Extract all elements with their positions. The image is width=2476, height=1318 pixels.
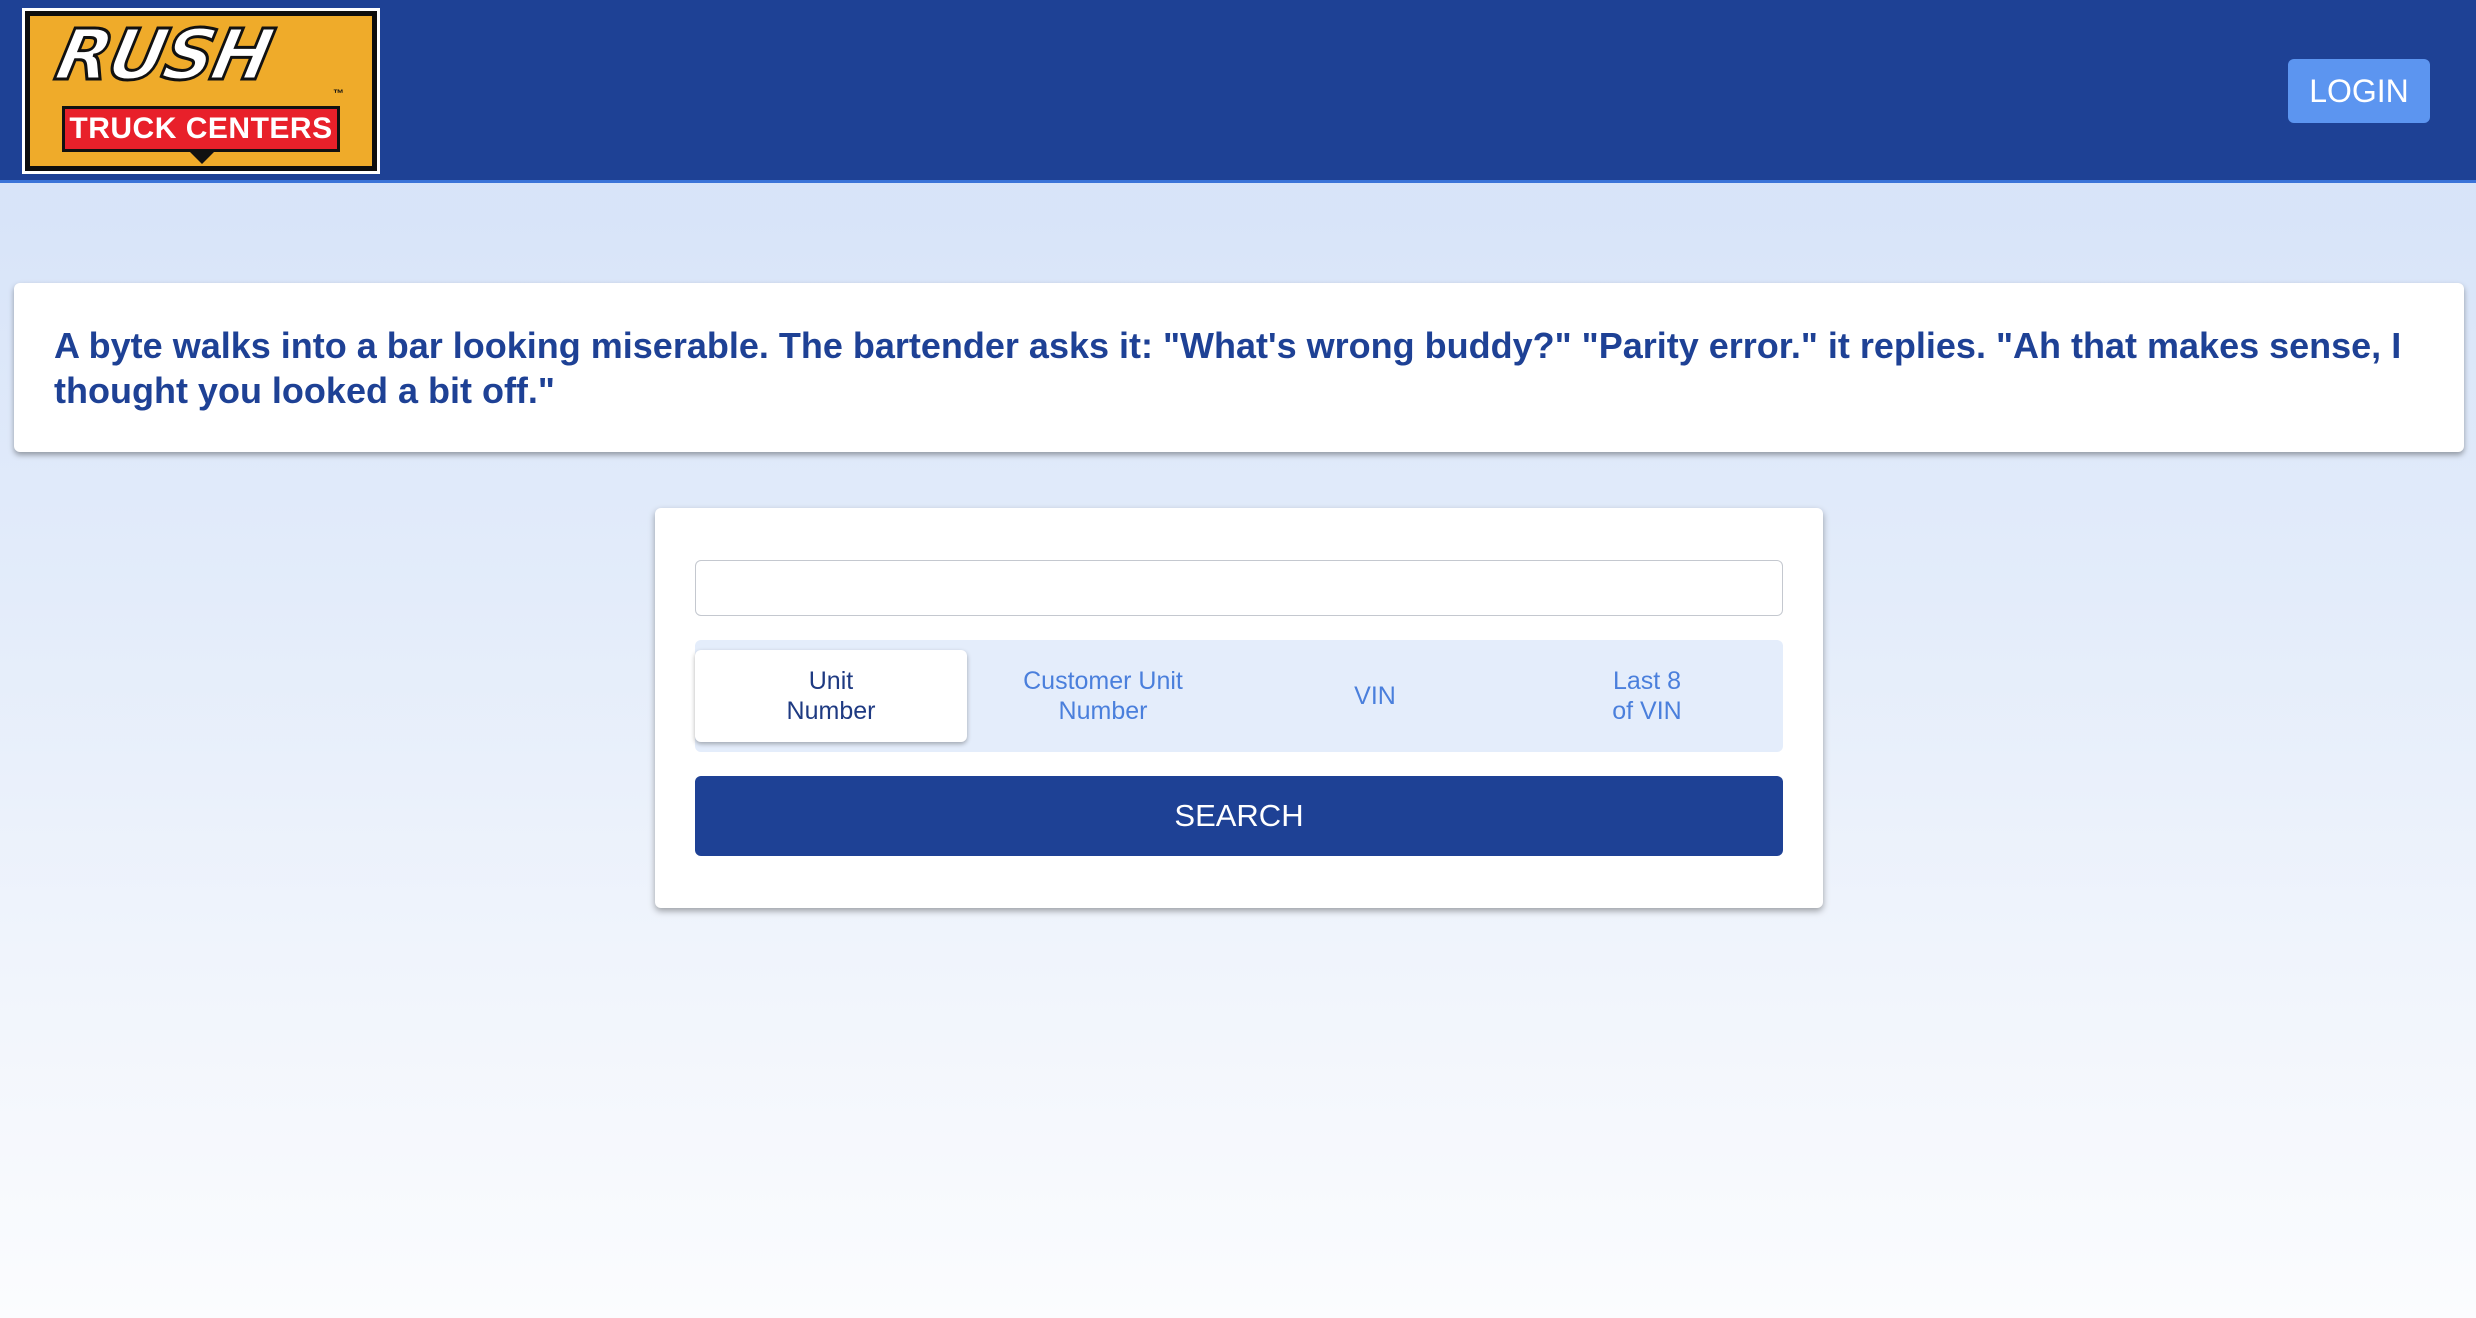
login-button[interactable]: LOGIN <box>2288 59 2430 123</box>
header-bar: RUSH ™ TRUCK CENTERS LOGIN <box>0 0 2476 183</box>
logo-band-text: TRUCK CENTERS <box>69 112 333 145</box>
option-unit-number[interactable]: Unit Number <box>695 650 967 742</box>
logo-badge: RUSH ™ TRUCK CENTERS <box>30 16 372 166</box>
banner-text: A byte walks into a bar looking miserabl… <box>54 325 2402 411</box>
option-label-line2: Number <box>1058 697 1148 725</box>
option-vin[interactable]: VIN <box>1239 640 1511 752</box>
option-label-line2: of VIN <box>1612 697 1682 725</box>
logo-band: TRUCK CENTERS <box>62 106 340 152</box>
option-label-line1: Last 8 <box>1612 667 1682 695</box>
option-customer-unit-number[interactable]: Customer Unit Number <box>967 640 1239 752</box>
logo-trademark: ™ <box>333 88 344 100</box>
search-button[interactable]: SEARCH <box>695 776 1783 856</box>
option-label-line1: Customer Unit <box>1023 667 1183 695</box>
search-input[interactable] <box>695 560 1783 616</box>
logo-brand-word: RUSH <box>48 16 280 98</box>
search-type-selector: Unit Number Customer Unit Number VIN Las… <box>695 640 1783 752</box>
option-label-line2: Number <box>786 697 876 725</box>
search-panel: Unit Number Customer Unit Number VIN Las… <box>655 508 1823 908</box>
option-label-line1: VIN <box>1354 682 1396 710</box>
option-last-8-of-vin[interactable]: Last 8 of VIN <box>1511 640 1783 752</box>
option-label-line1: Unit <box>808 667 854 695</box>
rush-truck-centers-logo[interactable]: RUSH ™ TRUCK CENTERS <box>22 8 380 174</box>
message-banner: A byte walks into a bar looking miserabl… <box>14 283 2464 452</box>
logo-notch <box>190 152 214 164</box>
